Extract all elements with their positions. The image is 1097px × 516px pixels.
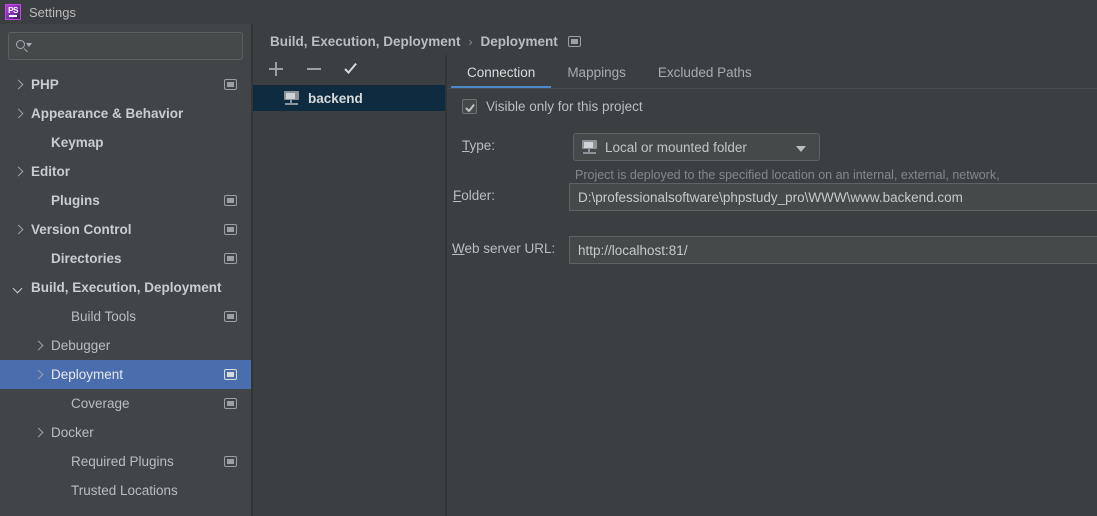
server-icon <box>284 91 300 105</box>
tab-mappings[interactable]: Mappings <box>551 56 642 89</box>
sidebar-item-version-control[interactable]: Version Control <box>0 215 251 244</box>
connection-form: Visible only for this project Type: Loca… <box>447 89 1097 264</box>
tab-excluded-paths[interactable]: Excluded Paths <box>642 56 768 89</box>
settings-detail-pane: Build, Execution, Deployment › Deploymen… <box>253 24 1097 516</box>
set-default-server-button[interactable] <box>343 60 361 78</box>
server-list-toolbar <box>253 55 445 83</box>
search-icon[interactable] <box>16 39 32 54</box>
type-label: Type: <box>462 138 496 153</box>
sidebar-item-label: PHP <box>31 77 59 92</box>
sidebar-item-appearance-behavior[interactable]: Appearance & Behavior <box>0 99 251 128</box>
sidebar-item-label: Coverage <box>71 396 130 411</box>
sidebar-item-keymap[interactable]: Keymap <box>0 128 251 157</box>
search-box[interactable] <box>8 32 243 60</box>
sidebar-item-directories[interactable]: Directories <box>0 244 251 273</box>
sidebar-item-label: Directories <box>51 251 122 266</box>
chevron-right-icon[interactable] <box>32 426 45 439</box>
sidebar-item-label: Build Tools <box>71 309 137 324</box>
chevron-right-icon[interactable] <box>32 339 45 352</box>
chevron-right-icon[interactable] <box>32 368 45 381</box>
chevron-right-icon[interactable] <box>12 107 25 120</box>
sidebar-item-label: Version Control <box>31 222 132 237</box>
server-list-item-backend[interactable]: backend <box>253 85 445 111</box>
sidebar-item-label: Editor <box>31 164 70 179</box>
project-scope-icon <box>567 36 581 47</box>
sidebar-item-label: Required Plugins <box>71 454 174 469</box>
project-scope-icon <box>224 455 237 467</box>
sidebar-item-label: Appearance & Behavior <box>31 106 184 121</box>
settings-sidebar: PHP Appearance & Behavior Keymap Editor Plug… <box>0 24 251 516</box>
project-scope-icon <box>224 194 237 206</box>
folder-input[interactable] <box>569 183 1097 211</box>
tab-connection[interactable]: Connection <box>451 56 552 89</box>
visible-only-label[interactable]: Visible only for this project <box>486 99 643 114</box>
sidebar-item-label: Keymap <box>51 135 104 150</box>
window-title-bar: PS Settings <box>0 0 1097 24</box>
type-dropdown-value: Local or mounted folder <box>605 139 747 155</box>
sidebar-item-php[interactable]: PHP <box>0 70 251 99</box>
sidebar-item-build-execution-deployment[interactable]: Build, Execution, Deployment <box>0 273 251 302</box>
chevron-down-icon[interactable] <box>796 146 806 152</box>
tab-bar: Connection Mappings Excluded Paths <box>447 55 1097 89</box>
breadcrumb-separator: › <box>468 34 473 49</box>
breadcrumb-parent[interactable]: Build, Execution, Deployment <box>270 34 461 49</box>
sidebar-item-label: Debugger <box>51 338 111 353</box>
sidebar-item-label: Plugins <box>51 193 100 208</box>
remove-server-button[interactable] <box>305 60 323 78</box>
chevron-right-icon[interactable] <box>12 165 25 178</box>
sidebar-item-label: Trusted Locations <box>71 483 178 498</box>
project-scope-icon <box>224 310 237 322</box>
project-scope-icon <box>224 78 237 90</box>
server-list-panel: backend <box>253 55 445 516</box>
sidebar-item-label: Build, Execution, Deployment <box>31 280 222 295</box>
folder-row: Folder: <box>447 183 1097 211</box>
type-dropdown[interactable]: Local or mounted folder <box>573 133 820 161</box>
sidebar-item-label: Deployment <box>51 367 124 382</box>
search-input[interactable] <box>31 38 242 54</box>
sidebar-item-docker[interactable]: Docker <box>0 418 251 447</box>
sidebar-item-deployment[interactable]: Deployment <box>0 360 251 389</box>
chevron-down-icon[interactable] <box>12 281 25 294</box>
phpstorm-logo-icon: PS <box>5 4 21 20</box>
project-scope-icon <box>224 223 237 235</box>
web-server-url-row: Web server URL: <box>447 236 1097 264</box>
search-area <box>0 24 251 60</box>
window-title: Settings <box>29 4 76 20</box>
project-scope-icon <box>224 252 237 264</box>
visible-only-row: Visible only for this project <box>447 89 1097 114</box>
web-server-url-label: Web server URL: <box>452 241 556 256</box>
chevron-right-icon[interactable] <box>12 223 25 236</box>
deployment-tab-panel: Connection Mappings Excluded Paths Visible… <box>447 55 1097 516</box>
server-name: backend <box>308 90 363 106</box>
breadcrumb-current: Deployment <box>480 34 558 49</box>
sidebar-item-required-plugins[interactable]: Required Plugins <box>0 447 251 476</box>
settings-category-tree: PHP Appearance & Behavior Keymap Editor Plug… <box>0 70 251 505</box>
web-server-url-input[interactable] <box>569 236 1097 264</box>
sidebar-item-plugins[interactable]: Plugins <box>0 186 251 215</box>
breadcrumb: Build, Execution, Deployment › Deploymen… <box>270 34 581 49</box>
type-row: Type: Local or mounted folder Project is… <box>447 133 1097 199</box>
visible-only-checkbox[interactable] <box>462 99 477 114</box>
sidebar-item-debugger[interactable]: Debugger <box>0 331 251 360</box>
sidebar-item-build-tools[interactable]: Build Tools <box>0 302 251 331</box>
folder-label: Folder: <box>453 188 496 203</box>
server-list: backend <box>253 85 445 111</box>
chevron-right-icon[interactable] <box>12 78 25 91</box>
sidebar-item-label: Docker <box>51 425 94 440</box>
settings-dialog: PHP Appearance & Behavior Keymap Editor Plug… <box>0 24 1097 516</box>
add-server-button[interactable] <box>267 60 285 78</box>
sidebar-item-trusted-locations[interactable]: Trusted Locations <box>0 476 251 505</box>
sidebar-item-editor[interactable]: Editor <box>0 157 251 186</box>
local-folder-server-icon <box>582 140 598 154</box>
sidebar-item-coverage[interactable]: Coverage <box>0 389 251 418</box>
project-scope-icon <box>224 397 237 409</box>
project-scope-icon <box>224 368 237 380</box>
